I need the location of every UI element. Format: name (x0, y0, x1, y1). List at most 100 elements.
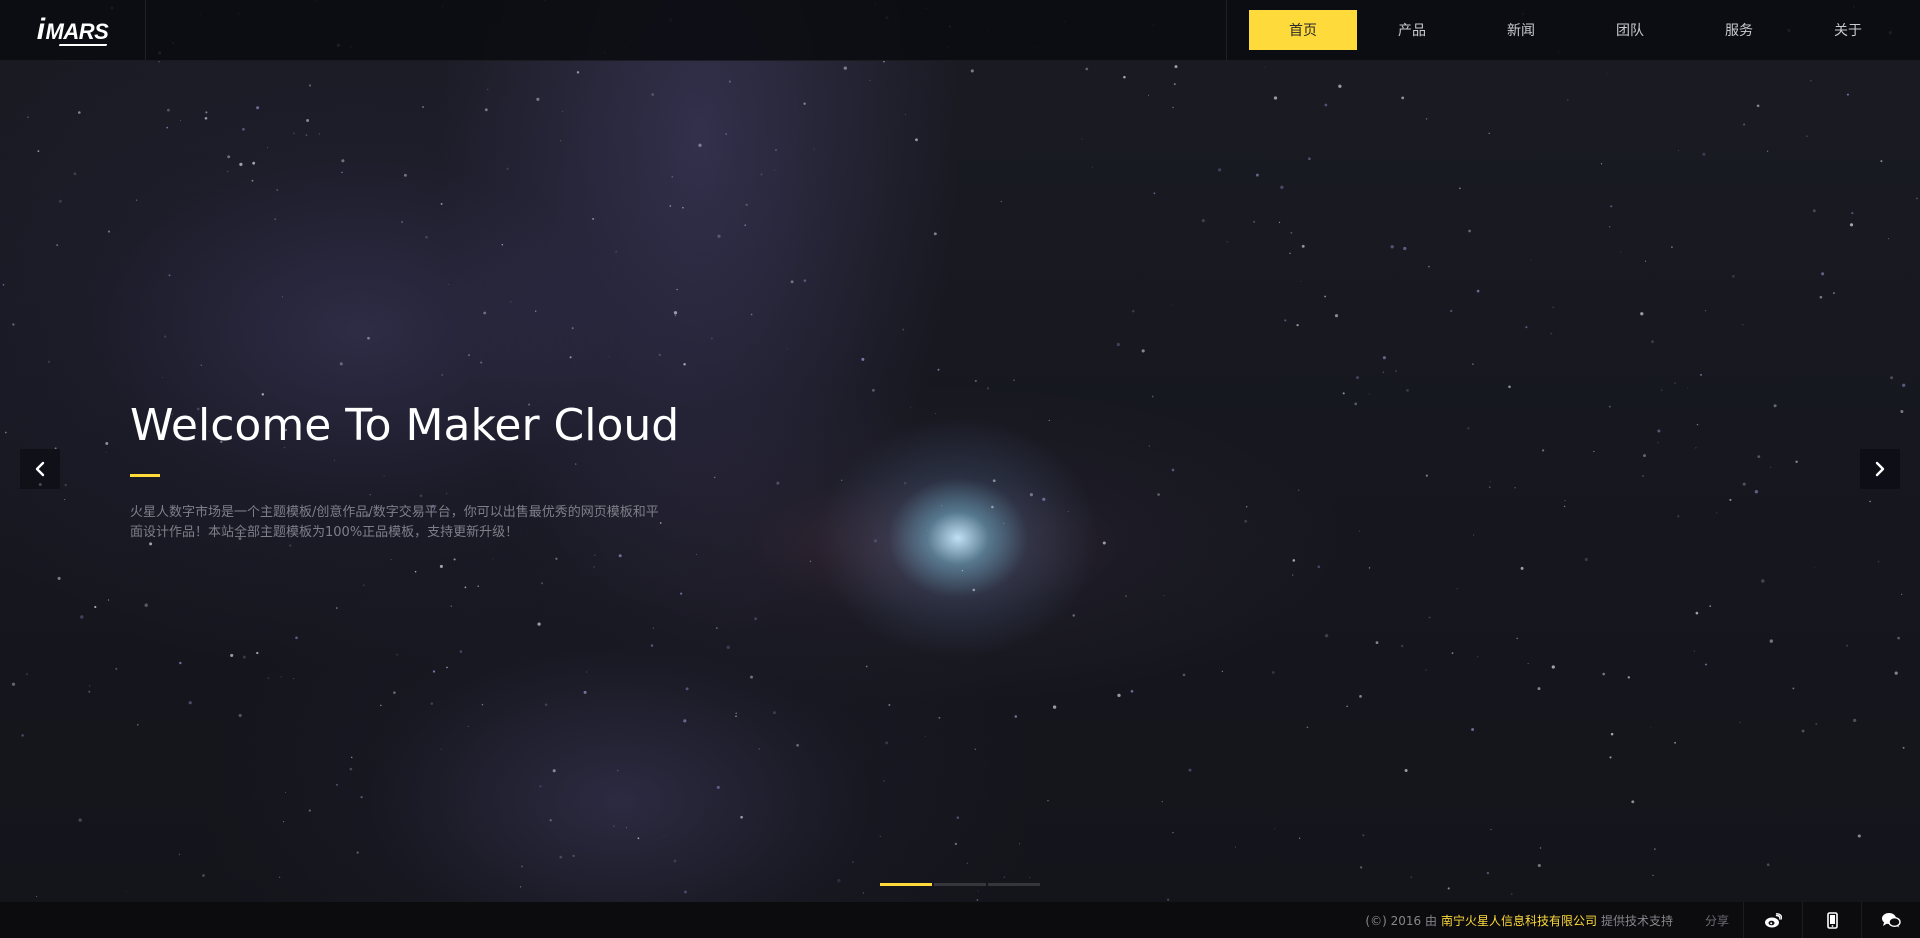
star (168, 274, 171, 277)
nav-news[interactable]: 新闻 (1467, 10, 1575, 50)
star (540, 582, 544, 585)
star (1769, 639, 1773, 643)
star (36, 896, 38, 898)
wechat-button[interactable] (1861, 902, 1920, 938)
star (717, 234, 721, 238)
star (341, 171, 343, 174)
star (1902, 383, 1906, 387)
star (1901, 593, 1903, 595)
star (1654, 848, 1656, 850)
star (439, 564, 443, 568)
star (1255, 173, 1259, 177)
star (349, 767, 353, 771)
star (1846, 93, 1849, 96)
slider-prev-button[interactable] (20, 449, 60, 489)
star (341, 159, 345, 163)
star (650, 644, 654, 647)
star (1792, 687, 1795, 690)
star (360, 795, 363, 799)
star (336, 607, 338, 609)
star (37, 150, 40, 153)
star (105, 451, 107, 453)
star (1052, 705, 1057, 709)
star (468, 354, 470, 356)
star (339, 362, 343, 366)
star (202, 874, 205, 877)
star (1877, 560, 1880, 563)
star (924, 735, 926, 738)
star (279, 876, 281, 878)
star (80, 615, 84, 619)
nav-home[interactable]: 首页 (1249, 10, 1357, 50)
copyright-suffix: 提供技术支持 (1600, 913, 1673, 928)
star (441, 374, 443, 376)
mobile-button[interactable] (1802, 902, 1861, 938)
star (1846, 644, 1849, 647)
star (380, 704, 382, 707)
star (1809, 79, 1812, 82)
star (1271, 671, 1275, 674)
star (803, 102, 806, 105)
star (586, 671, 588, 673)
star (1451, 652, 1454, 654)
star (58, 199, 62, 203)
star (1425, 669, 1427, 671)
star (1317, 565, 1321, 569)
star (1401, 96, 1405, 100)
nav-about[interactable]: 关于 (1794, 10, 1902, 50)
star (1806, 135, 1808, 137)
star (276, 188, 279, 192)
star (4, 431, 7, 434)
weibo-button[interactable] (1743, 902, 1802, 938)
star (735, 715, 737, 717)
star (813, 148, 815, 150)
star (1674, 382, 1676, 384)
star (1915, 197, 1918, 200)
nav-services[interactable]: 服务 (1685, 10, 1793, 50)
company-link[interactable]: 南宁火星人信息科技有限公司 (1441, 912, 1597, 929)
star (796, 743, 799, 747)
star (205, 111, 208, 114)
star (1894, 671, 1898, 675)
star (261, 393, 265, 396)
star (293, 132, 295, 135)
star (1539, 847, 1542, 849)
star (716, 785, 720, 789)
star (200, 364, 202, 366)
star (1324, 103, 1328, 107)
star (1264, 66, 1266, 68)
star (1853, 718, 1857, 723)
star (1609, 756, 1612, 759)
nav-products[interactable]: 产品 (1358, 10, 1466, 50)
star (1600, 163, 1603, 165)
star (1537, 687, 1541, 691)
slider-next-button[interactable] (1860, 449, 1900, 489)
star (1382, 371, 1385, 374)
star (539, 785, 542, 788)
star (1897, 636, 1900, 640)
star (1756, 104, 1760, 108)
star (1657, 442, 1659, 444)
star (1375, 641, 1379, 644)
star (1042, 497, 1046, 501)
logo-link[interactable]: iMARS (0, 0, 146, 60)
star (88, 685, 91, 687)
nav-team[interactable]: 团队 (1576, 10, 1684, 50)
star (559, 140, 561, 142)
slider-dot-3[interactable] (988, 883, 1040, 886)
slider-dot-1[interactable] (880, 883, 932, 886)
logo-text: MARS (45, 19, 109, 44)
star (283, 821, 285, 823)
star (1029, 493, 1033, 497)
star (1404, 768, 1408, 773)
slider-dot-2[interactable] (934, 883, 986, 886)
star (1754, 490, 1759, 494)
star (1770, 466, 1772, 468)
star (27, 116, 29, 119)
star (991, 505, 994, 509)
star (487, 88, 489, 90)
star (941, 505, 943, 507)
star (726, 645, 730, 649)
star (1652, 874, 1654, 876)
star (569, 356, 572, 359)
